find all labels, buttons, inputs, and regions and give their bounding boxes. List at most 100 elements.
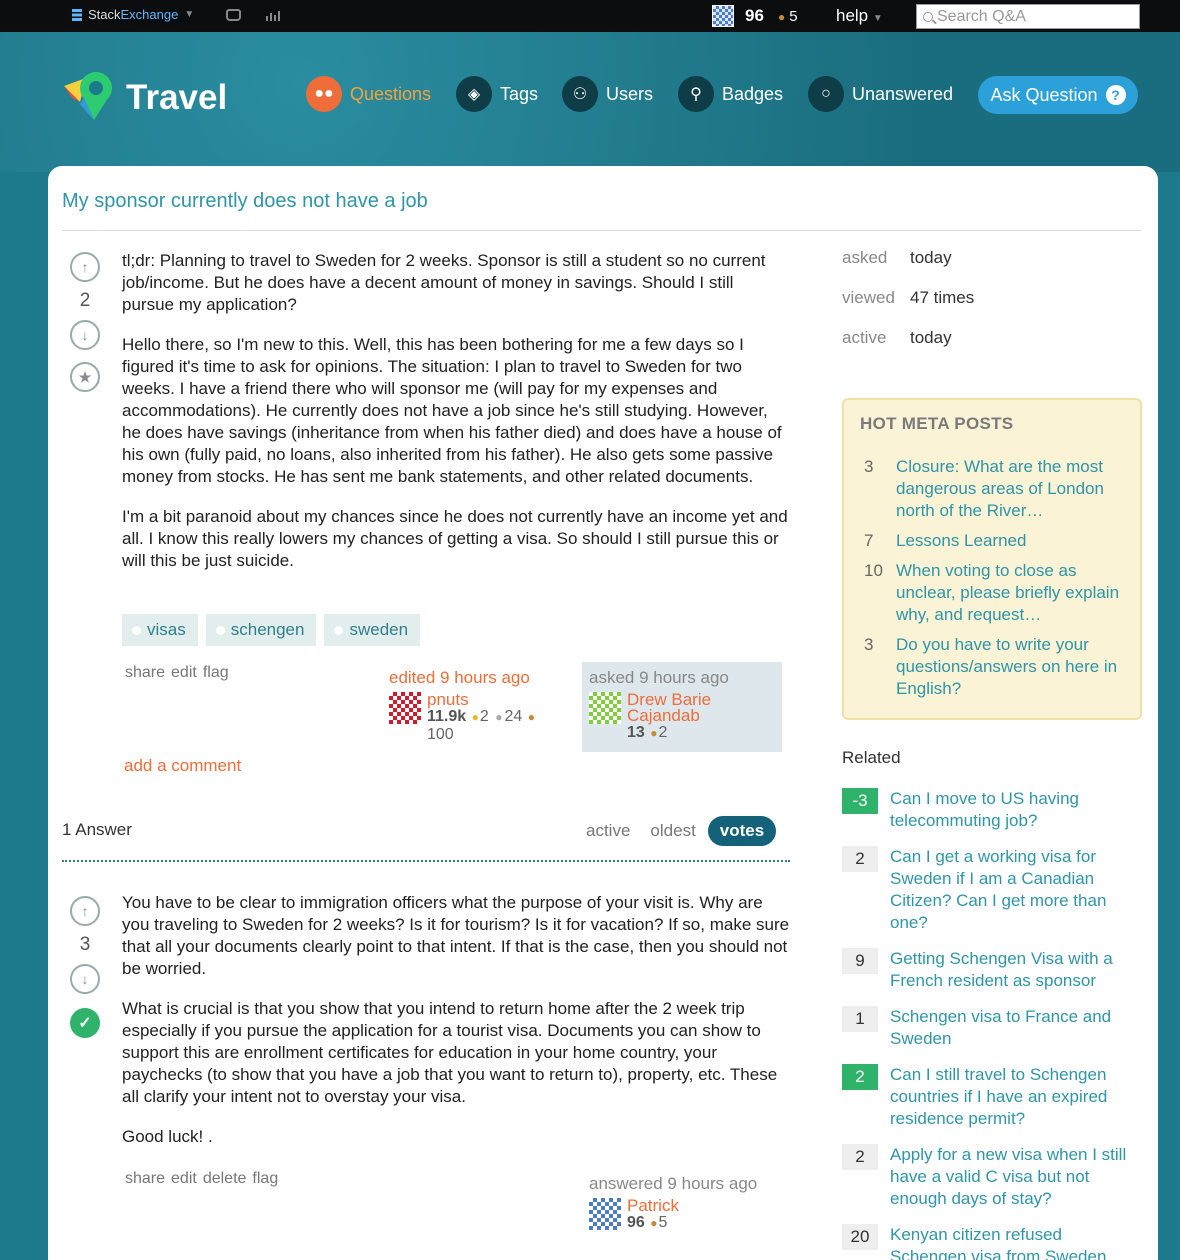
list-item: 9 Getting Schengen Visa with a French re… [842,948,1142,992]
list-item: 3 Closure: What are the most dangerous a… [864,456,1134,522]
answer-paragraph: Good luck! . [122,1127,213,1146]
bronze-badge-icon: ● [650,1216,658,1230]
flag-link[interactable]: flag [203,664,229,682]
share-link[interactable]: share [125,664,165,682]
bronze-badge-count: ● 5 [778,8,798,25]
list-item: 7 Lessons Learned [864,530,1027,552]
users-icon: ⚇ [562,76,598,112]
score-badge: 2 [842,1064,878,1090]
upvote-arrow-icon[interactable]: ↑ [70,252,100,282]
nav-unanswered[interactable]: ○ Unanswered [808,76,953,112]
hot-meta-link[interactable]: Lessons Learned [896,530,1026,552]
user-name[interactable]: pnuts [427,691,536,708]
related-link[interactable]: Can I move to US having telecommuting jo… [890,788,1142,832]
answered-signature: answered 9 hours ago Patrick 96 ●5 [589,1174,757,1232]
tag-sweden[interactable]: sweden [324,614,421,646]
score-badge: 1 [842,1006,878,1032]
bronze-badge-icon: ● [778,10,786,24]
share-link[interactable]: share [125,1170,165,1188]
stackexchange-label: StackExchange [88,7,179,22]
hot-meta-link[interactable]: Closure: What are the most dangerous are… [896,456,1134,522]
user-name[interactable]: Drew Barie Cajandab [627,691,711,724]
list-item: 2 Can I still travel to Schengen countri… [842,1064,1142,1130]
avatar[interactable] [389,692,421,724]
nav-users[interactable]: ⚇ Users [562,76,653,112]
search-icon [923,11,933,22]
answered-time[interactable]: answered 9 hours ago [589,1174,757,1194]
nav-badges[interactable]: ⚲ Badges [678,76,783,112]
tag-visas[interactable]: visas [122,614,198,646]
question-mark-icon: ? [1105,85,1126,105]
related-link[interactable]: Can I get a working visa for Sweden if I… [890,846,1142,934]
score-badge: 2 [842,1144,878,1170]
bronze-badge-icon: ● [527,710,535,724]
reputation-count[interactable]: 96 [745,6,764,26]
site-name[interactable]: Travel [126,78,227,118]
vote-count: 3 [79,934,91,955]
main-content: My sponsor currently does not have a job… [48,166,1158,1260]
question-paragraph: I'm a bit paranoid about my chances sinc… [122,507,788,570]
list-item: 1 Schengen visa to France and Sweden [842,1006,1142,1050]
edit-link[interactable]: edit [171,664,197,682]
nav-questions[interactable]: ●● Questions [306,76,431,112]
tab-votes[interactable]: votes [707,816,777,846]
help-menu[interactable]: help ▼ [836,6,883,26]
user-reputation: 11.9k ●2 ● 24 ● 100 [427,708,535,743]
related-link[interactable]: Schengen visa to France and Sweden [890,1006,1142,1050]
top-bar: StackExchange ▼ 96 ● 5 help ▼ [0,0,1180,32]
divider [62,860,790,862]
asked-signature: asked 9 hours ago Drew Barie Cajandab 13 … [589,668,729,742]
chevron-down-icon: ▼ [184,9,195,20]
edit-link[interactable]: edit [171,1170,197,1188]
user-reputation: 96 ●5 [627,1214,668,1231]
ask-question-button[interactable]: Ask Question ? [978,76,1138,114]
avatar[interactable] [712,5,734,27]
tag-schengen[interactable]: schengen [205,614,317,646]
search-input[interactable] [937,7,1127,26]
questions-icon: ●● [306,76,342,112]
list-item: 3 Do you have to write your questions/an… [864,634,1134,700]
hot-meta-link[interactable]: Do you have to write your questions/answ… [896,634,1134,700]
favorite-star-icon[interactable]: ★ [70,362,100,392]
related-link[interactable]: Apply for a new visa when I still have a… [890,1144,1142,1210]
nav-tags[interactable]: ◈ Tags [456,76,538,112]
divider [62,230,1142,231]
answer-paragraph: What is crucial is that you show that yo… [122,999,778,1106]
user-reputation: 13 ●2 [627,724,668,741]
travel-logo-icon[interactable] [60,68,118,126]
downvote-arrow-icon[interactable]: ↓ [70,320,100,350]
related-link[interactable]: Kenyan citizen refused Schengen visa fro… [890,1224,1142,1260]
score-badge: 20 [842,1224,878,1250]
tab-oldest[interactable]: oldest [642,817,703,845]
accepted-check-icon: ✓ [70,1008,100,1038]
question-title[interactable]: My sponsor currently does not have a job [62,190,428,213]
stackexchange-menu[interactable]: StackExchange ▼ [72,7,194,22]
avatar[interactable] [589,1198,621,1230]
gold-badge-icon: ● [471,710,479,724]
list-item: 20 Kenyan citizen refused Schengen visa … [842,1224,1142,1260]
related-link[interactable]: Can I still travel to Schengen countries… [890,1064,1142,1130]
upvote-arrow-icon[interactable]: ↑ [70,896,100,926]
asked-time[interactable]: asked 9 hours ago [589,668,729,688]
flag-link[interactable]: flag [252,1170,278,1188]
user-name[interactable]: Patrick [627,1197,679,1214]
stackexchange-logo-icon [72,8,82,21]
hot-meta-link[interactable]: When voting to close as unclear, please … [896,560,1134,626]
inbox-icon[interactable] [226,9,241,21]
unanswered-icon: ○ [808,76,844,112]
answer-sort-tabs: active oldest votes [578,816,777,846]
add-comment-link[interactable]: add a comment [124,756,241,776]
tags-icon: ◈ [456,76,492,112]
avatar[interactable] [589,692,621,724]
question-body: tl;dr: Planning to travel to Sweden for … [122,250,790,590]
delete-link[interactable]: delete [203,1170,247,1188]
chevron-down-icon: ▼ [872,13,883,24]
achievements-icon[interactable] [266,9,281,21]
downvote-arrow-icon[interactable]: ↓ [70,964,100,994]
tab-active[interactable]: active [578,817,638,845]
stat-active: active today [842,328,952,347]
related-link[interactable]: Getting Schengen Visa with a French resi… [890,948,1142,992]
answer-vote-cell: ↑ 3 ↓ ✓ [70,896,100,1038]
related-title: Related [842,748,901,767]
edited-time[interactable]: edited 9 hours ago [389,668,536,688]
